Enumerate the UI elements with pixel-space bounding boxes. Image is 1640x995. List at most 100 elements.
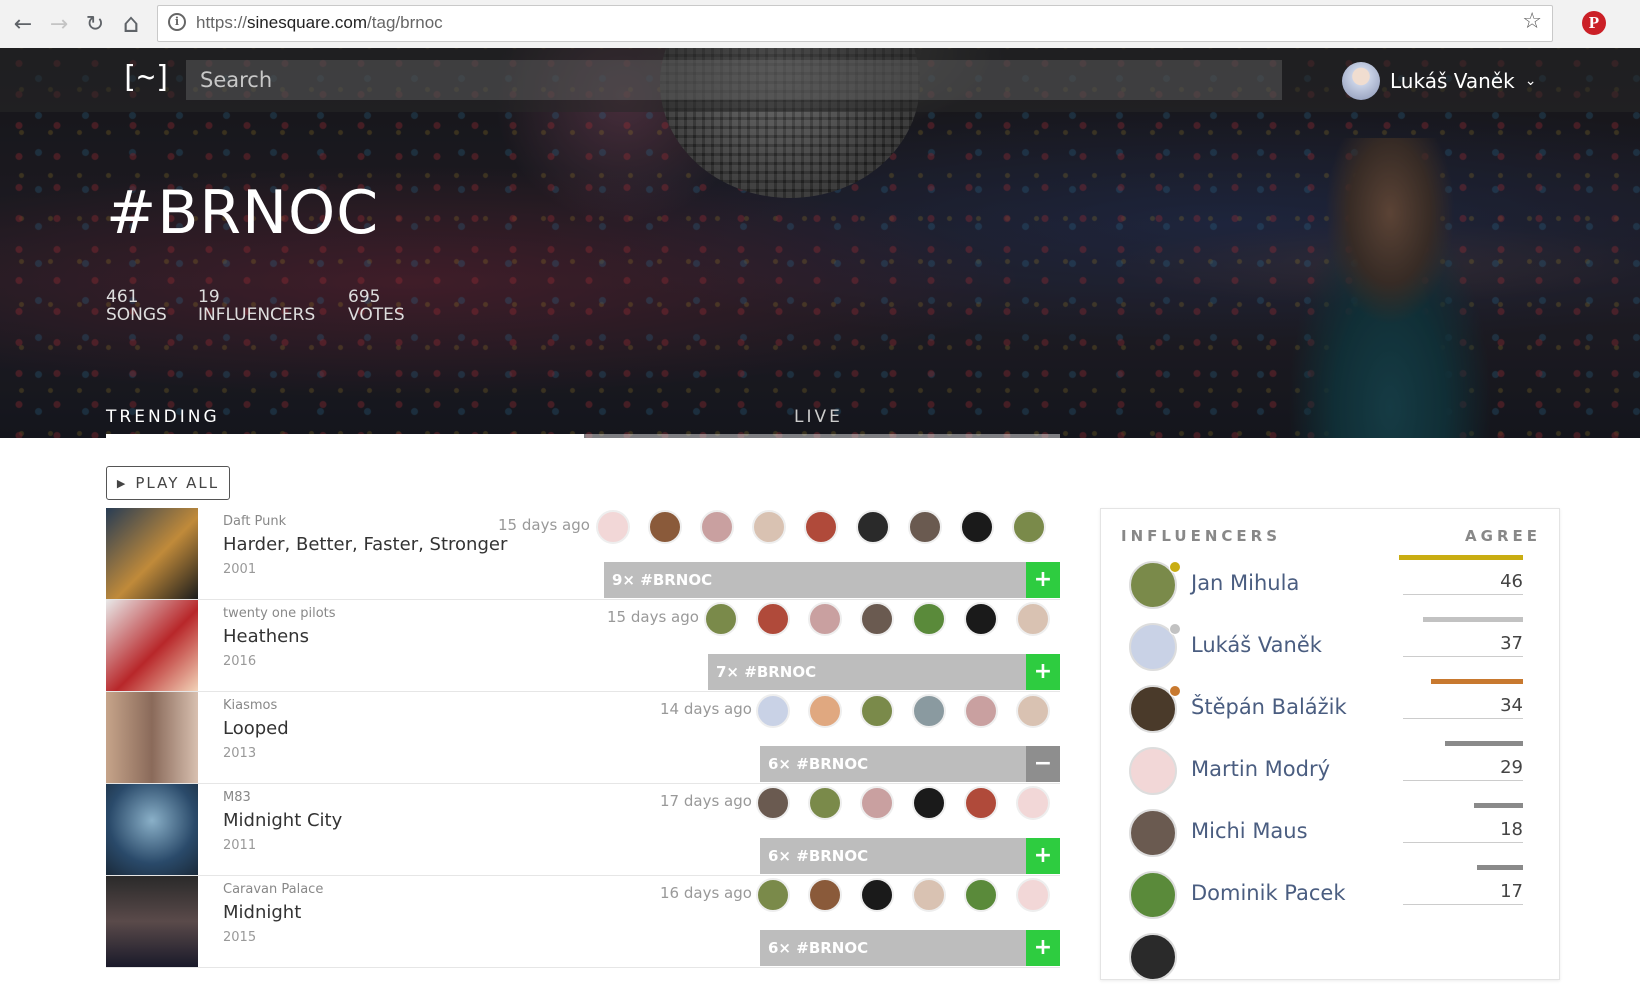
pinterest-icon[interactable]: P [1582, 11, 1606, 35]
add-vote-button[interactable]: + [1026, 562, 1060, 598]
avatar[interactable] [808, 694, 842, 728]
rank-dot [1169, 561, 1181, 573]
influencer-row[interactable]: Jan Mihula 46 [1101, 555, 1559, 623]
avatar[interactable] [860, 878, 894, 912]
avatar[interactable] [1012, 510, 1046, 544]
play-all-button[interactable]: ▶ PLAY ALL [106, 466, 230, 500]
list-item[interactable]: Daft Punk Harder, Better, Faster, Strong… [106, 508, 1060, 600]
avatar[interactable] [856, 510, 890, 544]
avatar[interactable] [756, 602, 790, 636]
song-artist[interactable]: Daft Punk [223, 514, 286, 529]
site-logo[interactable]: [~] [120, 60, 172, 95]
search-input[interactable] [186, 60, 1282, 100]
avatar[interactable] [808, 602, 842, 636]
influencer-row[interactable]: Martin Modrý 29 [1101, 741, 1559, 809]
album-cover[interactable] [106, 784, 198, 875]
avatar[interactable] [1016, 602, 1050, 636]
influencer-row[interactable] [1101, 933, 1559, 995]
tag-vote-bar: 6× #BRNOC + [760, 838, 1060, 874]
avatar[interactable] [1129, 747, 1177, 795]
info-icon[interactable]: i [168, 13, 186, 31]
avatar[interactable] [1016, 694, 1050, 728]
avatar[interactable] [860, 694, 894, 728]
home-icon[interactable]: ⌂ [116, 9, 146, 39]
avatar[interactable] [808, 786, 842, 820]
influencer-name[interactable]: Martin Modrý [1191, 757, 1330, 781]
forward-icon[interactable]: → [44, 9, 74, 39]
avatar[interactable] [648, 510, 682, 544]
song-title[interactable]: Harder, Better, Faster, Stronger [223, 534, 507, 555]
avatar[interactable] [756, 786, 790, 820]
avatar [1342, 62, 1380, 100]
avatar[interactable] [860, 786, 894, 820]
avatar[interactable] [808, 878, 842, 912]
user-menu[interactable]: Lukáš Vaněk ⌄ [1342, 62, 1536, 100]
influencer-name[interactable]: Jan Mihula [1191, 571, 1299, 595]
song-artist[interactable]: twenty one pilots [223, 606, 336, 621]
song-title[interactable]: Midnight City [223, 810, 342, 831]
list-item[interactable]: Kiasmos Looped 2013 14 days ago 6× #BRNO… [106, 692, 1060, 784]
album-cover[interactable] [106, 508, 198, 599]
list-item[interactable]: M83 Midnight City 2011 17 days ago 6× #B… [106, 784, 1060, 876]
song-title[interactable]: Heathens [223, 626, 309, 647]
list-item[interactable]: Caravan Palace Midnight 2015 16 days ago… [106, 876, 1060, 968]
add-vote-button[interactable]: + [1026, 654, 1060, 690]
avatar[interactable] [1016, 786, 1050, 820]
avatar[interactable] [912, 786, 946, 820]
add-vote-button[interactable]: + [1026, 930, 1060, 966]
song-artist[interactable]: Caravan Palace [223, 882, 323, 897]
list-item[interactable]: twenty one pilots Heathens 2016 15 days … [106, 600, 1060, 692]
bookmark-star-icon[interactable]: ☆ [1522, 9, 1542, 34]
influencer-name[interactable]: Michi Maus [1191, 819, 1308, 843]
avatar[interactable] [964, 786, 998, 820]
album-cover[interactable] [106, 692, 198, 783]
avatar[interactable] [756, 878, 790, 912]
avatar[interactable] [804, 510, 838, 544]
tab-trending[interactable]: TRENDING [106, 407, 220, 427]
avatar[interactable] [756, 694, 790, 728]
avatar[interactable] [912, 602, 946, 636]
avatar[interactable] [964, 878, 998, 912]
influencer-row[interactable]: Lukáš Vaněk 37 [1101, 617, 1559, 685]
avatar[interactable] [960, 510, 994, 544]
influencer-row[interactable]: Dominik Pacek 17 [1101, 865, 1559, 933]
tag-label: #BRNOC [796, 755, 869, 773]
song-artist[interactable]: M83 [223, 790, 251, 805]
influencer-name[interactable]: Štěpán Balážik [1191, 695, 1347, 719]
add-vote-button[interactable]: + [1026, 838, 1060, 874]
remove-vote-button[interactable]: − [1026, 746, 1060, 782]
song-list: Daft Punk Harder, Better, Faster, Strong… [106, 508, 1060, 968]
avatar[interactable] [596, 510, 630, 544]
agree-meter [1423, 617, 1523, 622]
tag-vote-bar: 6× #BRNOC − [760, 746, 1060, 782]
influencer-row[interactable]: Michi Maus 18 [1101, 803, 1559, 871]
back-icon[interactable]: ← [8, 9, 38, 39]
address-bar[interactable]: i https://sinesquare.com/tag/brnoc ☆ [157, 5, 1553, 42]
avatar[interactable] [700, 510, 734, 544]
tab-live[interactable]: LIVE [794, 407, 843, 427]
avatar[interactable] [752, 510, 786, 544]
avatar[interactable] [964, 602, 998, 636]
agree-count: 46 [1403, 571, 1523, 595]
song-title[interactable]: Looped [223, 718, 289, 739]
avatar[interactable] [908, 510, 942, 544]
avatar[interactable] [1129, 871, 1177, 919]
album-cover[interactable] [106, 600, 198, 691]
influencer-row[interactable]: Štěpán Balážik 34 [1101, 679, 1559, 747]
reload-icon[interactable]: ↻ [80, 9, 110, 39]
avatar[interactable] [1129, 933, 1177, 981]
song-title[interactable]: Midnight [223, 902, 301, 923]
album-cover[interactable] [106, 876, 198, 967]
agree-count: 18 [1403, 819, 1523, 843]
song-timestamp: 15 days ago [498, 516, 590, 534]
avatar[interactable] [704, 602, 738, 636]
avatar[interactable] [860, 602, 894, 636]
influencer-name[interactable]: Dominik Pacek [1191, 881, 1346, 905]
avatar[interactable] [912, 694, 946, 728]
avatar[interactable] [1016, 878, 1050, 912]
avatar[interactable] [1129, 809, 1177, 857]
avatar[interactable] [964, 694, 998, 728]
influencer-name[interactable]: Lukáš Vaněk [1191, 633, 1322, 657]
avatar[interactable] [912, 878, 946, 912]
song-artist[interactable]: Kiasmos [223, 698, 277, 713]
